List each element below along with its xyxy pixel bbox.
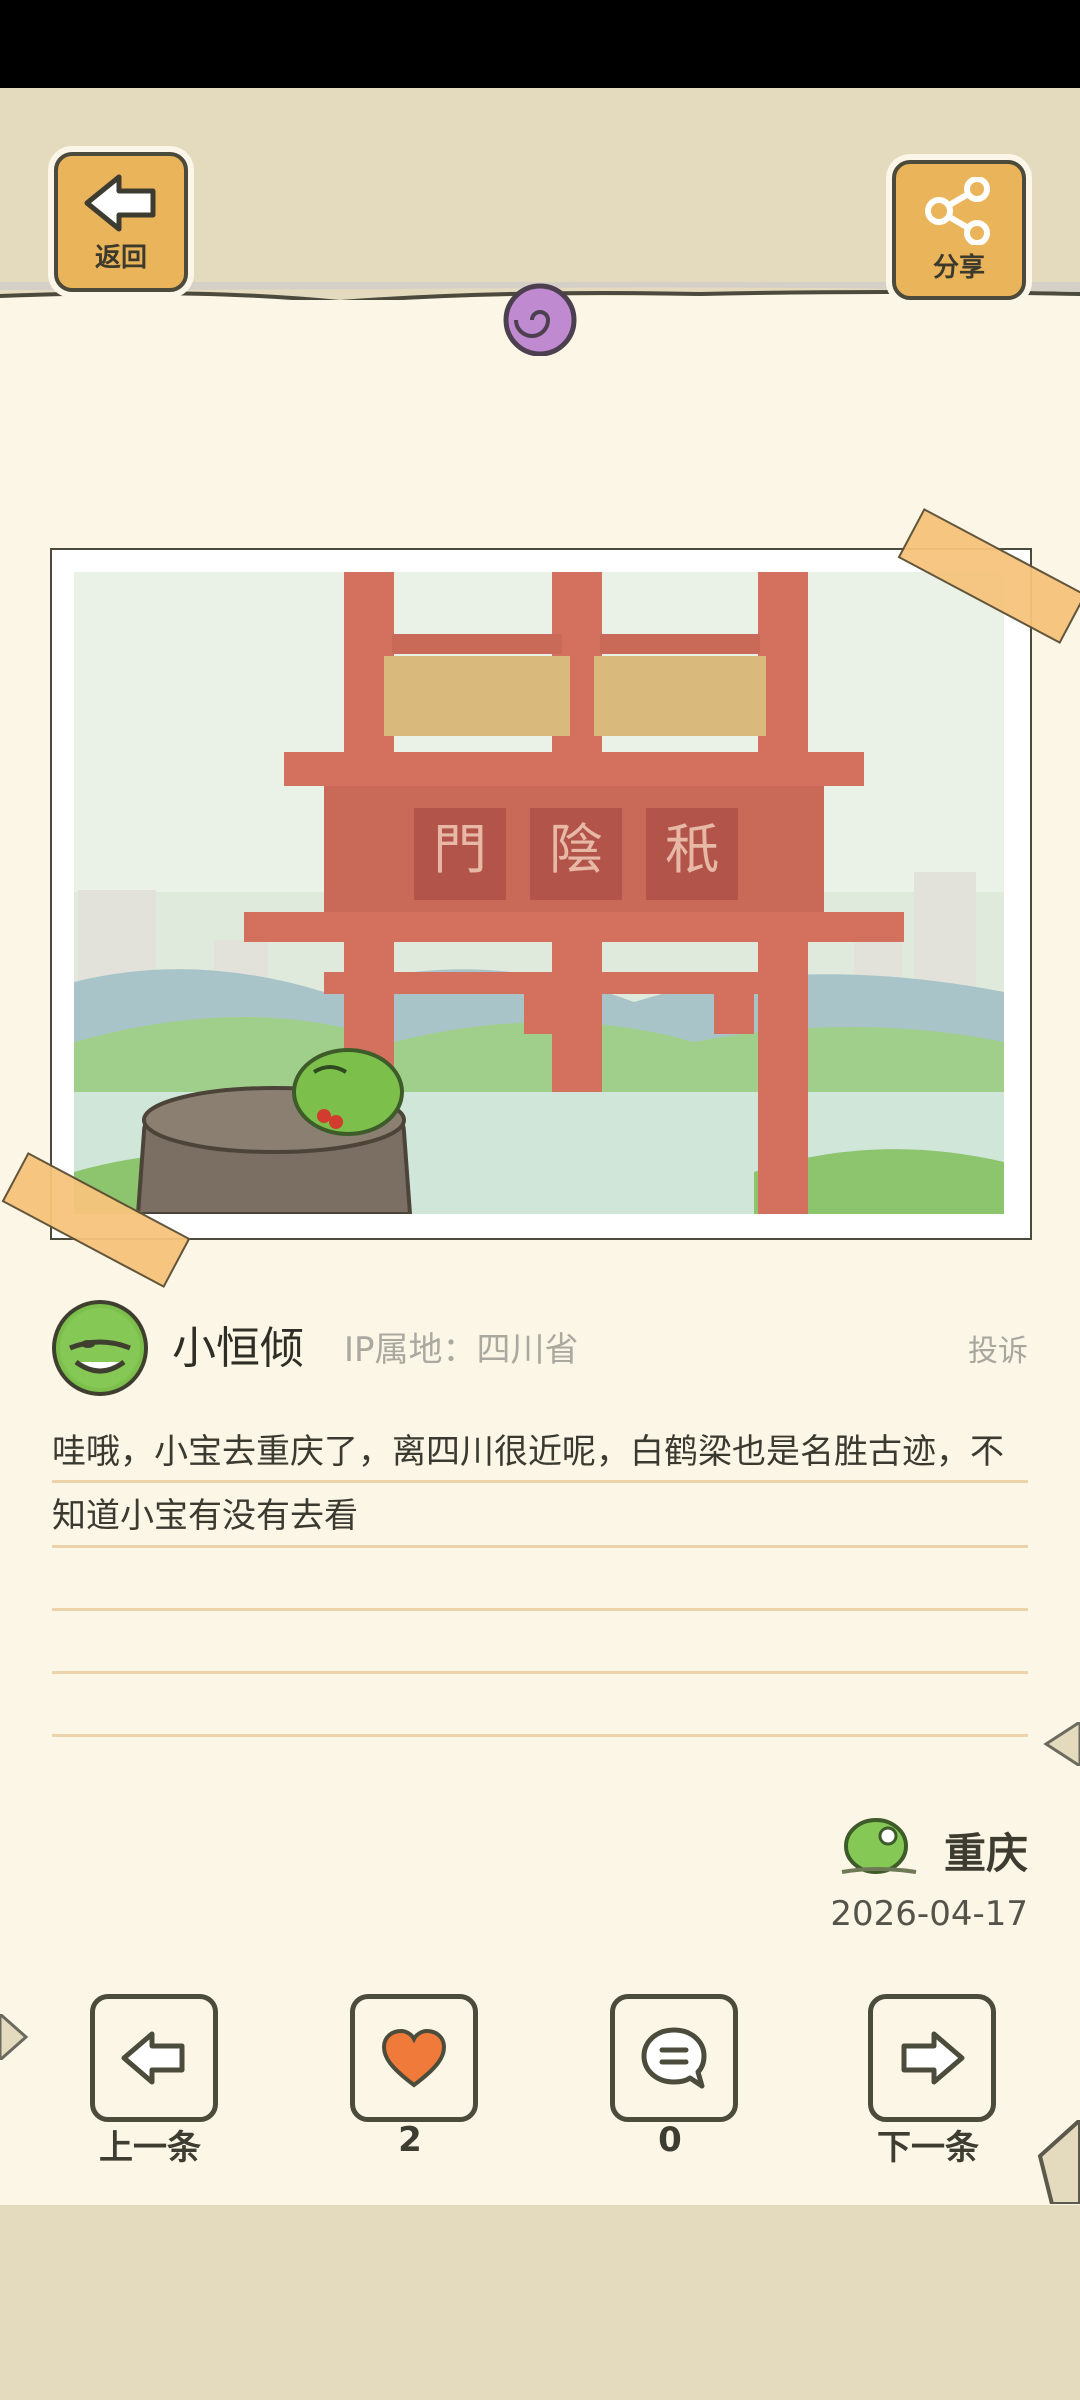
location-name: 重庆 xyxy=(943,1829,1028,1878)
username[interactable]: 小恒倾 xyxy=(172,1312,304,1376)
ip-location: IP属地：四川省 xyxy=(344,1330,579,1370)
frog-location-icon xyxy=(841,1818,917,1874)
page-corner-left xyxy=(0,2014,29,2060)
report-link[interactable]: 投诉 xyxy=(968,1326,1028,1370)
next-label[interactable]: 下一条 xyxy=(828,2120,1028,2169)
line-rule xyxy=(52,1671,1028,1674)
share-icon xyxy=(925,176,990,245)
back-button[interactable]: 返回 xyxy=(54,152,188,292)
line-rule xyxy=(52,1734,1028,1737)
avatar[interactable] xyxy=(52,1300,148,1396)
comment-button[interactable] xyxy=(610,1994,738,2122)
arrow-left-icon xyxy=(84,174,156,231)
share-label: 分享 xyxy=(932,252,985,283)
arrow-left-icon xyxy=(121,2031,185,2085)
signboard-char-3: 秖 xyxy=(665,818,719,881)
back-label: 返回 xyxy=(94,242,147,273)
prev-button[interactable] xyxy=(90,1994,218,2122)
like-count: 2 xyxy=(398,2120,422,2160)
share-button[interactable]: 分享 xyxy=(892,160,1026,300)
prev-label[interactable]: 上一条 xyxy=(50,2120,250,2169)
frog-face-icon xyxy=(60,1308,140,1388)
line-rule xyxy=(52,1545,1028,1548)
post-content: 哇哦，小宝去重庆了，离四川很近呢，白鹤梁也是名胜古迹，不知道小宝有没有去看 xyxy=(52,1432,1004,1536)
arrow-right-icon xyxy=(901,2031,965,2085)
heart-icon xyxy=(381,2028,447,2088)
like-button[interactable] xyxy=(350,1994,478,2122)
signboard-char-2: 陰 xyxy=(549,818,603,881)
signboard-char-1: 門 xyxy=(433,818,487,881)
next-button[interactable] xyxy=(868,1994,996,2122)
line-rule xyxy=(52,1480,1028,1483)
post-date: 2026-04-17 xyxy=(830,1894,1028,1934)
page-corner-right xyxy=(1043,1722,1080,1766)
page-corner-bottom-right xyxy=(1037,2120,1080,2204)
comment-icon xyxy=(641,2027,707,2089)
line-rule xyxy=(52,1608,1028,1611)
snail-shell-icon xyxy=(503,283,577,356)
comment-count: 0 xyxy=(658,2120,682,2160)
status-bar xyxy=(0,0,1080,88)
postcard-photo[interactable]: 門 陰 秖 xyxy=(74,572,1004,1214)
